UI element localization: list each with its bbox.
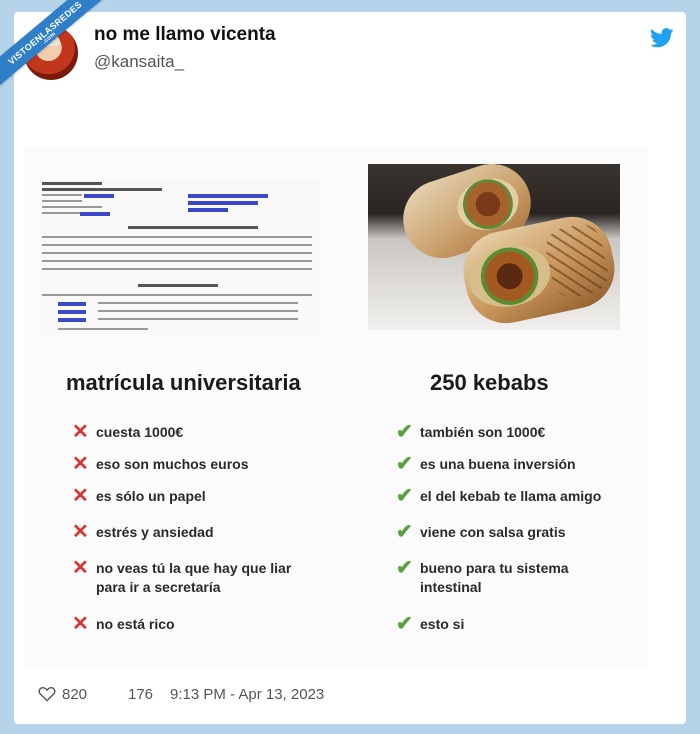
list-item-continued: para ir a secretaría xyxy=(96,579,221,595)
list-item: no veas tú la que hay que liar xyxy=(96,560,292,576)
display-name[interactable]: no me llamo vicenta xyxy=(94,24,276,46)
cross-icon: ✕ xyxy=(72,453,89,475)
list-item: esto si xyxy=(420,616,465,632)
list-item: viene con salsa gratis xyxy=(420,524,566,540)
check-icon: ✔ xyxy=(396,421,413,443)
list-item: también son 1000€ xyxy=(420,424,546,440)
list-item: no está rico xyxy=(96,616,175,632)
tweet-timestamp[interactable]: 9:13 PM - Apr 13, 2023 xyxy=(170,686,324,703)
cross-icon: ✕ xyxy=(72,485,89,507)
cross-icon: ✕ xyxy=(72,557,89,579)
check-icon: ✔ xyxy=(396,557,413,579)
list-item: el del kebab te llama amigo xyxy=(420,488,602,504)
right-column-title: 250 kebabs xyxy=(430,370,549,395)
cross-icon: ✕ xyxy=(72,521,89,543)
check-icon: ✔ xyxy=(396,485,413,507)
cross-icon: ✕ xyxy=(72,613,89,635)
left-column-title: matrícula universitaria xyxy=(66,370,301,395)
enrollment-document-image xyxy=(38,180,320,335)
comment-count[interactable]: 176 xyxy=(128,686,153,703)
twitter-bird-icon[interactable] xyxy=(650,28,674,48)
check-icon: ✔ xyxy=(396,453,413,475)
list-item: es sólo un papel xyxy=(96,488,206,504)
list-item: cuesta 1000€ xyxy=(96,424,184,440)
heart-icon[interactable] xyxy=(38,686,56,702)
check-icon: ✔ xyxy=(396,613,413,635)
like-count[interactable]: 820 xyxy=(62,686,87,703)
list-item: eso son muchos euros xyxy=(96,456,249,472)
user-handle[interactable]: @kansaita_ xyxy=(94,52,184,72)
list-item-continued: intestinal xyxy=(420,579,482,595)
list-item: bueno para tu sistema xyxy=(420,560,569,576)
cross-icon: ✕ xyxy=(72,421,89,443)
check-icon: ✔ xyxy=(396,521,413,543)
list-item: estrés y ansiedad xyxy=(96,524,214,540)
list-item: es una buena inversión xyxy=(420,456,576,472)
kebab-photo xyxy=(368,164,620,330)
